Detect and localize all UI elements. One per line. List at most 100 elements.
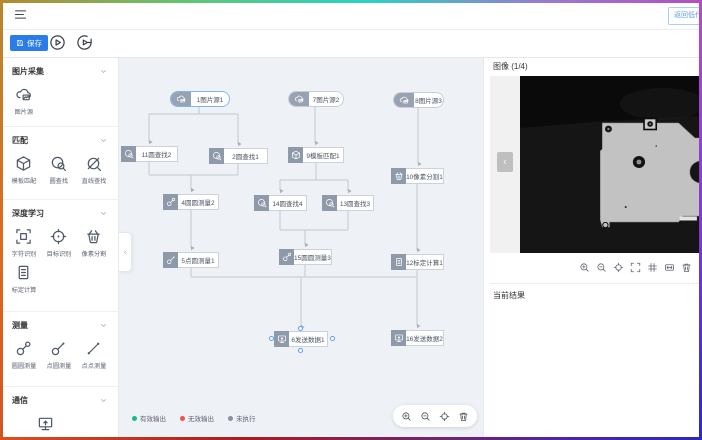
section-title: 测量 — [12, 320, 28, 331]
section-header[interactable]: 测量 — [0, 312, 118, 331]
zoom-in-icon[interactable] — [579, 262, 590, 273]
legend-label: 未执行 — [236, 413, 256, 423]
delete-icon[interactable] — [681, 262, 692, 273]
image-preview-panel: 图像 (1/4) — [483, 58, 702, 440]
flow-canvas[interactable]: 1图片源1 7图片源2 8图片源3 11圆查找2 2圆查找1 9模板匹配1 10… — [119, 58, 483, 440]
circle-find-icon — [50, 155, 67, 172]
chevron-left-icon — [501, 158, 509, 166]
flow-node-send-data-2[interactable]: 16发送数据2 — [391, 330, 444, 346]
section-header[interactable]: 通信 — [0, 387, 118, 406]
fit-icon[interactable] — [664, 262, 675, 273]
target-icon — [50, 228, 67, 245]
flow-node-circle-find-1[interactable]: 2圆查找1 — [209, 148, 268, 164]
selection-handle-right[interactable] — [330, 336, 335, 341]
flow-node-circle-circle-measure-3[interactable]: 15圆圆测量3 — [279, 249, 331, 265]
run-icon[interactable] — [49, 34, 66, 51]
node-label: 2圆查找1 — [224, 148, 268, 164]
calibration-doc-icon — [391, 254, 406, 270]
node-label: 5点圆测量1 — [178, 252, 219, 268]
locate-icon[interactable] — [613, 262, 624, 273]
flow-node-circle-find-4[interactable]: 14圆查找4 — [254, 195, 307, 211]
flow-node-circle-find-3[interactable]: 13圆查找3 — [322, 195, 374, 211]
point-circle-measure-icon — [163, 252, 178, 268]
item-label: 点点测量 — [81, 360, 106, 370]
section-header[interactable]: 匹配 — [0, 127, 118, 146]
item-label: 目标识别 — [46, 248, 71, 258]
section-measure: 测量 圆圆测量 点圆测量 点点测量 — [0, 312, 118, 387]
flow-node-circle-find-2[interactable]: 11圆查找2 — [121, 146, 178, 162]
grid-icon[interactable] — [647, 262, 658, 273]
item-label: 字符识别 — [11, 248, 36, 258]
run-step-icon[interactable] — [76, 34, 93, 51]
sidebar-item-image-source[interactable]: 图片源 — [6, 86, 41, 116]
node-label: 6发送数据1 — [289, 331, 328, 347]
section-header[interactable]: 深度学习 — [0, 200, 118, 219]
zoom-out-icon[interactable] — [596, 262, 607, 273]
sidebar-item-circle-find[interactable]: 圆查找 — [41, 155, 76, 185]
save-button[interactable]: 保存 — [10, 35, 48, 51]
sidebar-item-template-match[interactable]: 模板匹配 — [6, 155, 41, 185]
flow-node-calibration-1[interactable]: 12标定计算1 — [391, 254, 444, 270]
tool-sidebar: 图片采集 图片源 匹配 模板匹配 — [0, 58, 119, 440]
section-header[interactable]: 图片采集 — [0, 58, 118, 77]
item-label: 图片源 — [14, 106, 33, 116]
point-point-measure-icon — [85, 340, 102, 357]
cube-icon — [15, 155, 32, 172]
flow-node-image-source-2[interactable]: 7图片源2 — [288, 91, 344, 107]
zoom-out-icon[interactable] — [420, 411, 431, 422]
flow-node-send-data-1[interactable]: 6发送数据1 — [274, 331, 328, 347]
inspection-image — [520, 76, 702, 253]
prev-image-button[interactable] — [497, 152, 513, 172]
sidebar-item-target-detect[interactable]: 目标识别 — [41, 228, 76, 258]
sidebar-item-line-find[interactable]: 直线查找 — [76, 155, 111, 185]
sidebar-item-point-circle-measure[interactable]: 点圆测量 — [41, 340, 76, 370]
selection-handle-top[interactable] — [298, 326, 303, 331]
node-label: 4圆圆测量2 — [178, 194, 219, 210]
image-toolbar — [579, 262, 692, 273]
image-viewer[interactable] — [490, 76, 702, 253]
status-legend: 有效输出 无效输出 未执行 — [132, 413, 256, 423]
red-dot — [180, 416, 185, 421]
flow-node-point-circle-measure-1[interactable]: 5点圆测量1 — [163, 252, 219, 268]
sidebar-item-pixel-segment[interactable]: 像素分割 — [76, 228, 111, 258]
sidebar-item-ocr[interactable]: 字符识别 — [6, 228, 41, 258]
locate-icon[interactable] — [439, 411, 450, 422]
circle-circle-measure-icon — [279, 249, 294, 265]
legend-valid-output: 有效输出 — [132, 413, 166, 423]
chevron-down-icon — [99, 321, 108, 330]
delete-icon[interactable] — [458, 411, 469, 422]
sidebar-collapse-handle[interactable] — [119, 232, 132, 272]
line-find-icon — [85, 155, 102, 172]
sidebar-item-send-data[interactable] — [28, 415, 63, 435]
flow-node-image-source-3[interactable]: 8图片源3 — [393, 92, 444, 108]
flow-node-template-match-1[interactable]: 9模板匹配1 — [288, 147, 344, 163]
fullscreen-icon[interactable] — [630, 262, 641, 273]
section-matching: 匹配 模板匹配 圆查找 直线查找 — [0, 127, 118, 200]
flow-node-image-source-1[interactable]: 1图片源1 — [170, 91, 230, 107]
sidebar-item-circle-circle-measure[interactable]: 圆圆测量 — [6, 340, 41, 370]
node-label: 7图片源2 — [309, 92, 343, 106]
canvas-zoom-toolbar — [393, 405, 477, 427]
node-label: 12标定计算1 — [406, 254, 444, 270]
node-label: 10像素分割1 — [406, 168, 444, 184]
pixel-segment-icon — [391, 168, 406, 184]
selection-handle-bottom[interactable] — [298, 348, 303, 353]
section-image-capture: 图片采集 图片源 — [0, 58, 118, 127]
green-dot — [132, 416, 137, 421]
menu-icon[interactable] — [13, 8, 28, 21]
chevron-down-icon — [99, 136, 108, 145]
zoom-in-icon[interactable] — [401, 411, 412, 422]
legend-label: 有效输出 — [140, 413, 166, 423]
back-to-lowcode-button[interactable]: 返回低代码 — [668, 7, 702, 25]
circle-find-icon — [254, 195, 269, 211]
action-toolbar: 保存 — [0, 30, 702, 58]
selection-handle-left[interactable] — [269, 336, 274, 341]
flow-node-circle-circle-measure-2[interactable]: 4圆圆测量2 — [163, 194, 219, 210]
send-data-icon — [391, 330, 406, 346]
sidebar-item-calibration[interactable]: 标定计算 — [6, 264, 41, 294]
flow-node-pixel-segment-1[interactable]: 10像素分割1 — [391, 168, 444, 184]
ocr-icon — [15, 228, 32, 245]
item-label: 模板匹配 — [11, 175, 36, 185]
node-label: 13圆查找3 — [337, 195, 374, 211]
sidebar-item-point-point-measure[interactable]: 点点测量 — [76, 340, 111, 370]
